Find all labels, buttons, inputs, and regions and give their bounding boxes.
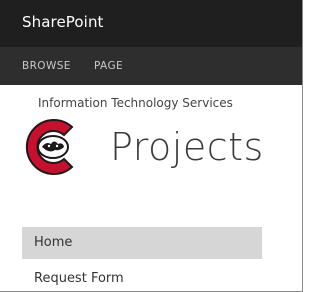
sharepoint-window: SharePoint BROWSE PAGE Information Techn… <box>0 0 303 292</box>
university-logo-icon[interactable] <box>20 117 86 177</box>
ribbon-tabs: BROWSE PAGE <box>0 47 302 85</box>
quick-launch-item-label: Request Form <box>34 271 124 286</box>
suite-bar: SharePoint <box>0 0 302 47</box>
tab-browse[interactable]: BROWSE <box>22 60 71 72</box>
tab-page[interactable]: PAGE <box>94 60 123 72</box>
quick-launch-item-request-form[interactable]: Request Form <box>22 263 262 291</box>
breadcrumb-parent-site[interactable]: Information Technology Services <box>38 96 233 110</box>
quick-launch-item-home[interactable]: Home <box>22 227 262 259</box>
site-title[interactable]: Projects <box>110 125 264 169</box>
suite-bar-brand[interactable]: SharePoint <box>22 13 104 31</box>
quick-launch-item-label: Home <box>34 235 73 250</box>
